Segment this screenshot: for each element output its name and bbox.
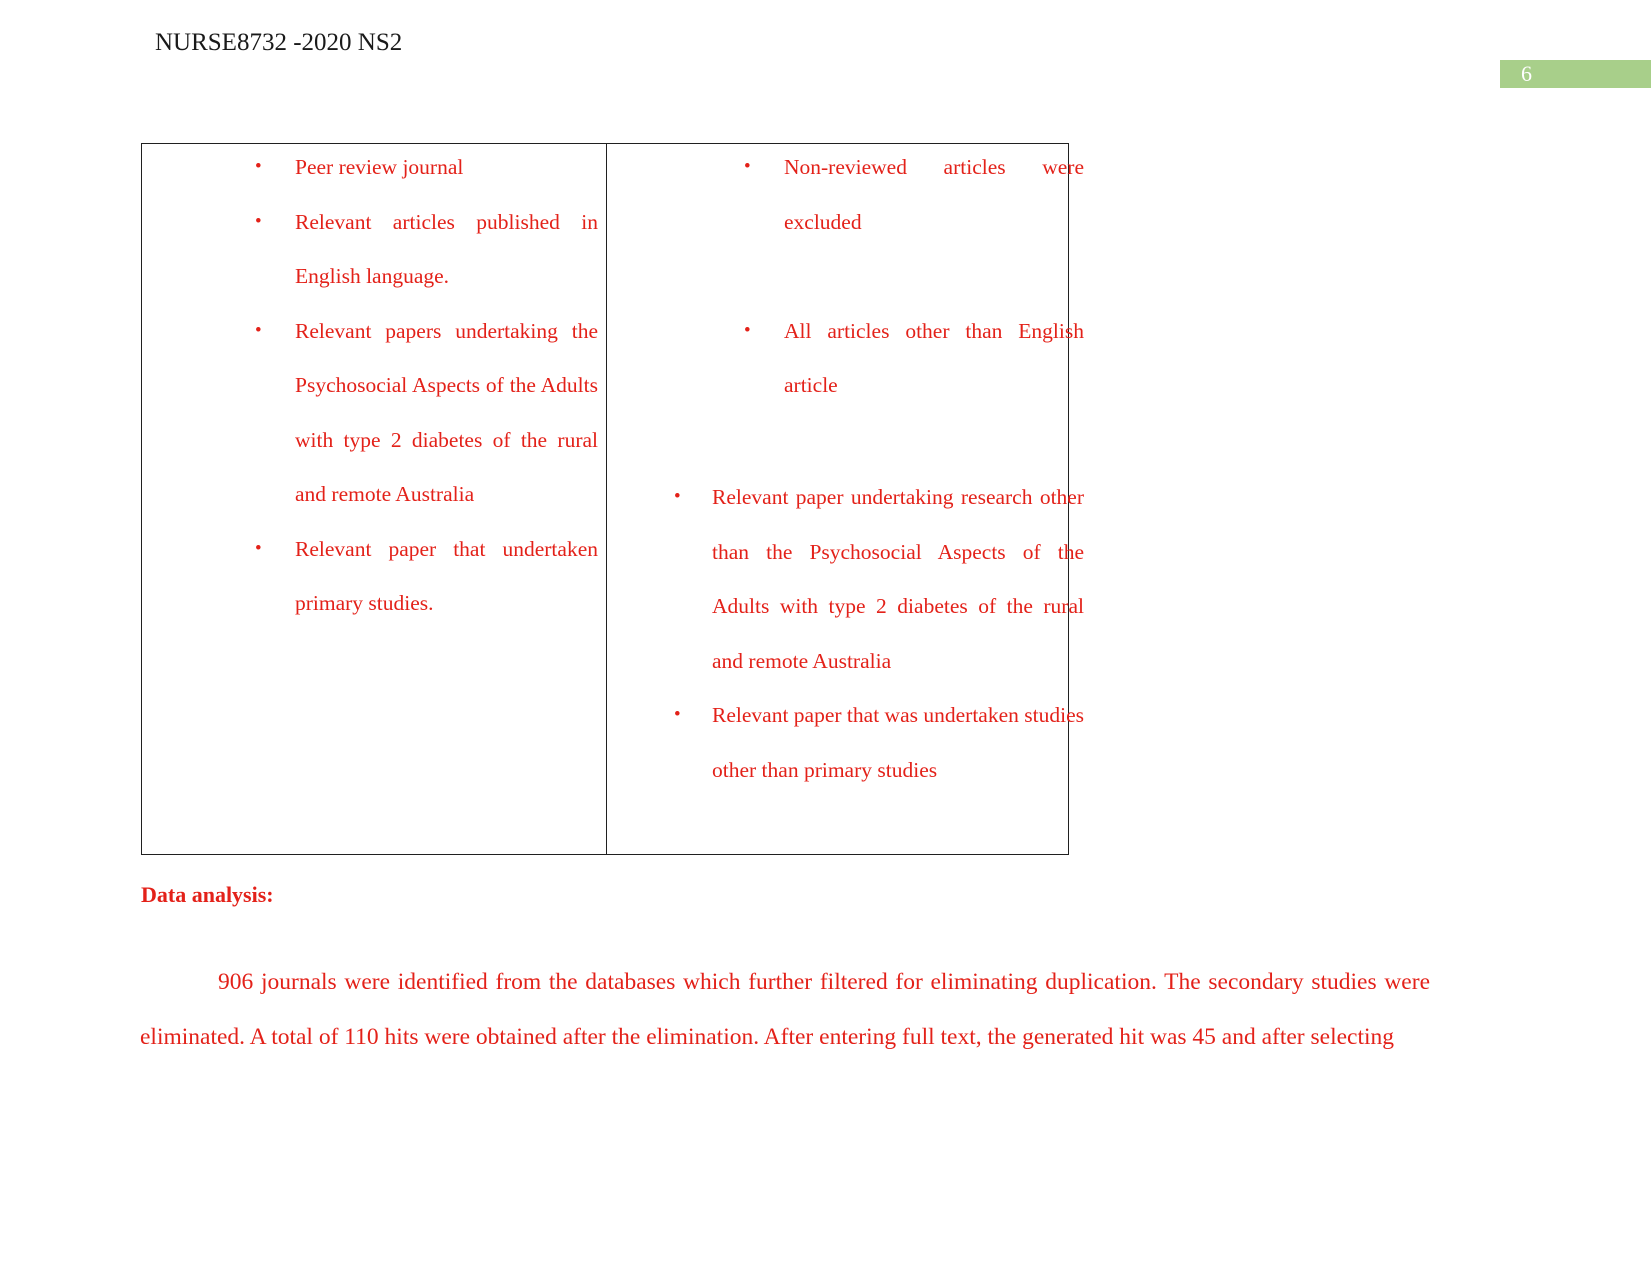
exclusion-criteria-cell: Non-reviewed articles were excluded All … — [607, 140, 1084, 854]
data-analysis-paragraph: 906 journals were identified from the da… — [140, 969, 1430, 1050]
list-item: Relevant articles published in English l… — [255, 195, 598, 304]
list-item: Relevant paper that was undertaken studi… — [674, 688, 1084, 797]
data-analysis-heading: Data analysis: — [141, 882, 274, 907]
page-number-badge: 6 — [1500, 60, 1651, 88]
list-item: Relevant paper undertaking research othe… — [674, 470, 1084, 688]
exclusion-criteria-list-upper: Non-reviewed articles were excluded All … — [744, 140, 1084, 413]
page-number-value: 6 — [1521, 61, 1532, 86]
list-item: Peer review journal — [255, 140, 598, 195]
inclusion-exclusion-criteria-table: Peer review journal Relevant articles pu… — [141, 140, 1084, 855]
exclusion-criteria-list-lower: Relevant paper undertaking research othe… — [674, 470, 1084, 797]
list-item: Non-reviewed articles were excluded — [744, 140, 1084, 249]
inclusion-criteria-list: Peer review journal Relevant articles pu… — [255, 140, 598, 631]
inclusion-criteria-cell: Peer review journal Relevant articles pu… — [142, 140, 607, 854]
list-item: Relevant papers undertaking the Psychoso… — [255, 304, 598, 522]
document-header-title: NURSE8732 -2020 NS2 — [155, 29, 403, 56]
list-item: All articles other than English article — [744, 304, 1084, 413]
list-item: Relevant paper that undertaken primary s… — [255, 522, 598, 631]
